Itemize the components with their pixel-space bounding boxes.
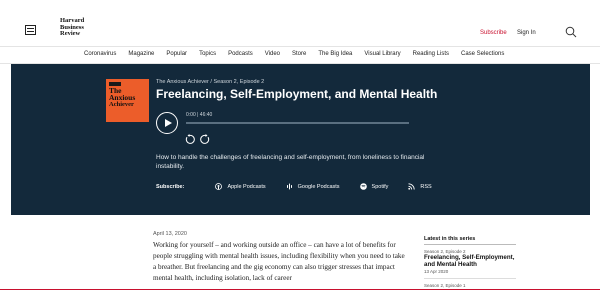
nav-item-reading-lists[interactable]: Reading Lists [413,51,449,57]
nav-item-the-big-idea[interactable]: The Big Idea [318,51,352,57]
apple-podcasts-label: Apple Podcasts [227,183,266,190]
play-icon [165,118,172,127]
nav-item-topics[interactable]: Topics [199,51,216,57]
menu-icon[interactable] [25,25,36,35]
rewind-icon[interactable] [184,132,195,144]
play-button[interactable] [156,112,178,134]
nav-item-case-selections[interactable]: Case Selections [461,51,504,57]
rss-icon [408,183,416,190]
spotify-icon [359,183,367,190]
google-podcasts-link[interactable]: Google Podcasts [286,183,340,190]
sidebar-item-2-episode: Season 2, Episode 1 [424,283,466,288]
nav-list: Coronavirus Magazine Popular Topics Podcasts… [84,51,516,57]
rss-label: RSS [420,183,432,190]
subscribe-label: Subscribe: [156,183,185,190]
google-podcasts-label: Google Podcasts [297,183,340,190]
site-header: Harvard Business Review Subscribe Sign I… [0,0,600,46]
nav-item-popular[interactable]: Popular [166,51,187,57]
cover-title-line-3: Achiever [109,101,134,108]
google-podcasts-icon [286,183,293,190]
nav-item-podcasts[interactable]: Podcasts [228,51,253,57]
logo-line-3: Review [60,30,81,37]
rss-link[interactable]: RSS [408,183,432,190]
sidebar-divider-2 [424,278,516,279]
bottom-rule [0,289,600,290]
sidebar-item-title[interactable]: Freelancing, Self-Employment, and Mental… [424,254,524,268]
article-body: Working for yourself – and working outsi… [153,241,405,282]
spotify-label: Spotify [371,183,389,190]
forward-icon[interactable] [200,132,211,144]
episode-time: 0:00 | 46:40 [186,112,213,118]
nav-item-coronavirus[interactable]: Coronavirus [84,51,116,57]
cover-title-line-2: Anxious [109,93,136,102]
main-nav: Coronavirus Magazine Popular Topics Podcasts… [0,46,600,64]
nav-item-visual-library[interactable]: Visual Library [364,51,400,57]
sidebar-heading: Latest in this series [424,236,476,242]
nav-item-store[interactable]: Store [292,51,306,57]
sidebar-item-date: 13 Apr 2020 [424,269,449,274]
episode-description: How to handle the challenges of freelanc… [156,154,425,170]
apple-podcasts-link[interactable]: Apple Podcasts [215,183,266,190]
nav-item-video[interactable]: Video [265,51,280,57]
signin-link[interactable]: Sign In [517,30,536,36]
spotify-link[interactable]: Spotify [359,183,389,190]
article-date: April 13, 2020 [153,231,187,237]
podcast-cover-art: The Anxious Achiever [106,79,149,122]
apple-podcasts-icon [215,183,223,190]
subscribe-row: Subscribe: Apple Podcasts Google Podcast… [156,183,452,190]
podcast-hero: The Anxious Achiever The Anxious Achieve… [11,64,590,215]
search-icon[interactable] [565,25,577,38]
episode-series[interactable]: The Anxious Achiever / Season 2, Episode… [156,79,264,85]
sidebar-divider [424,244,516,245]
audio-progress-bar[interactable] [186,122,409,124]
nav-item-magazine[interactable]: Magazine [128,51,154,57]
episode-title: Freelancing, Self-Employment, and Mental… [156,87,438,101]
hbr-logo[interactable]: Harvard Business Review [60,17,84,38]
subscribe-link[interactable]: Subscribe [480,30,507,36]
